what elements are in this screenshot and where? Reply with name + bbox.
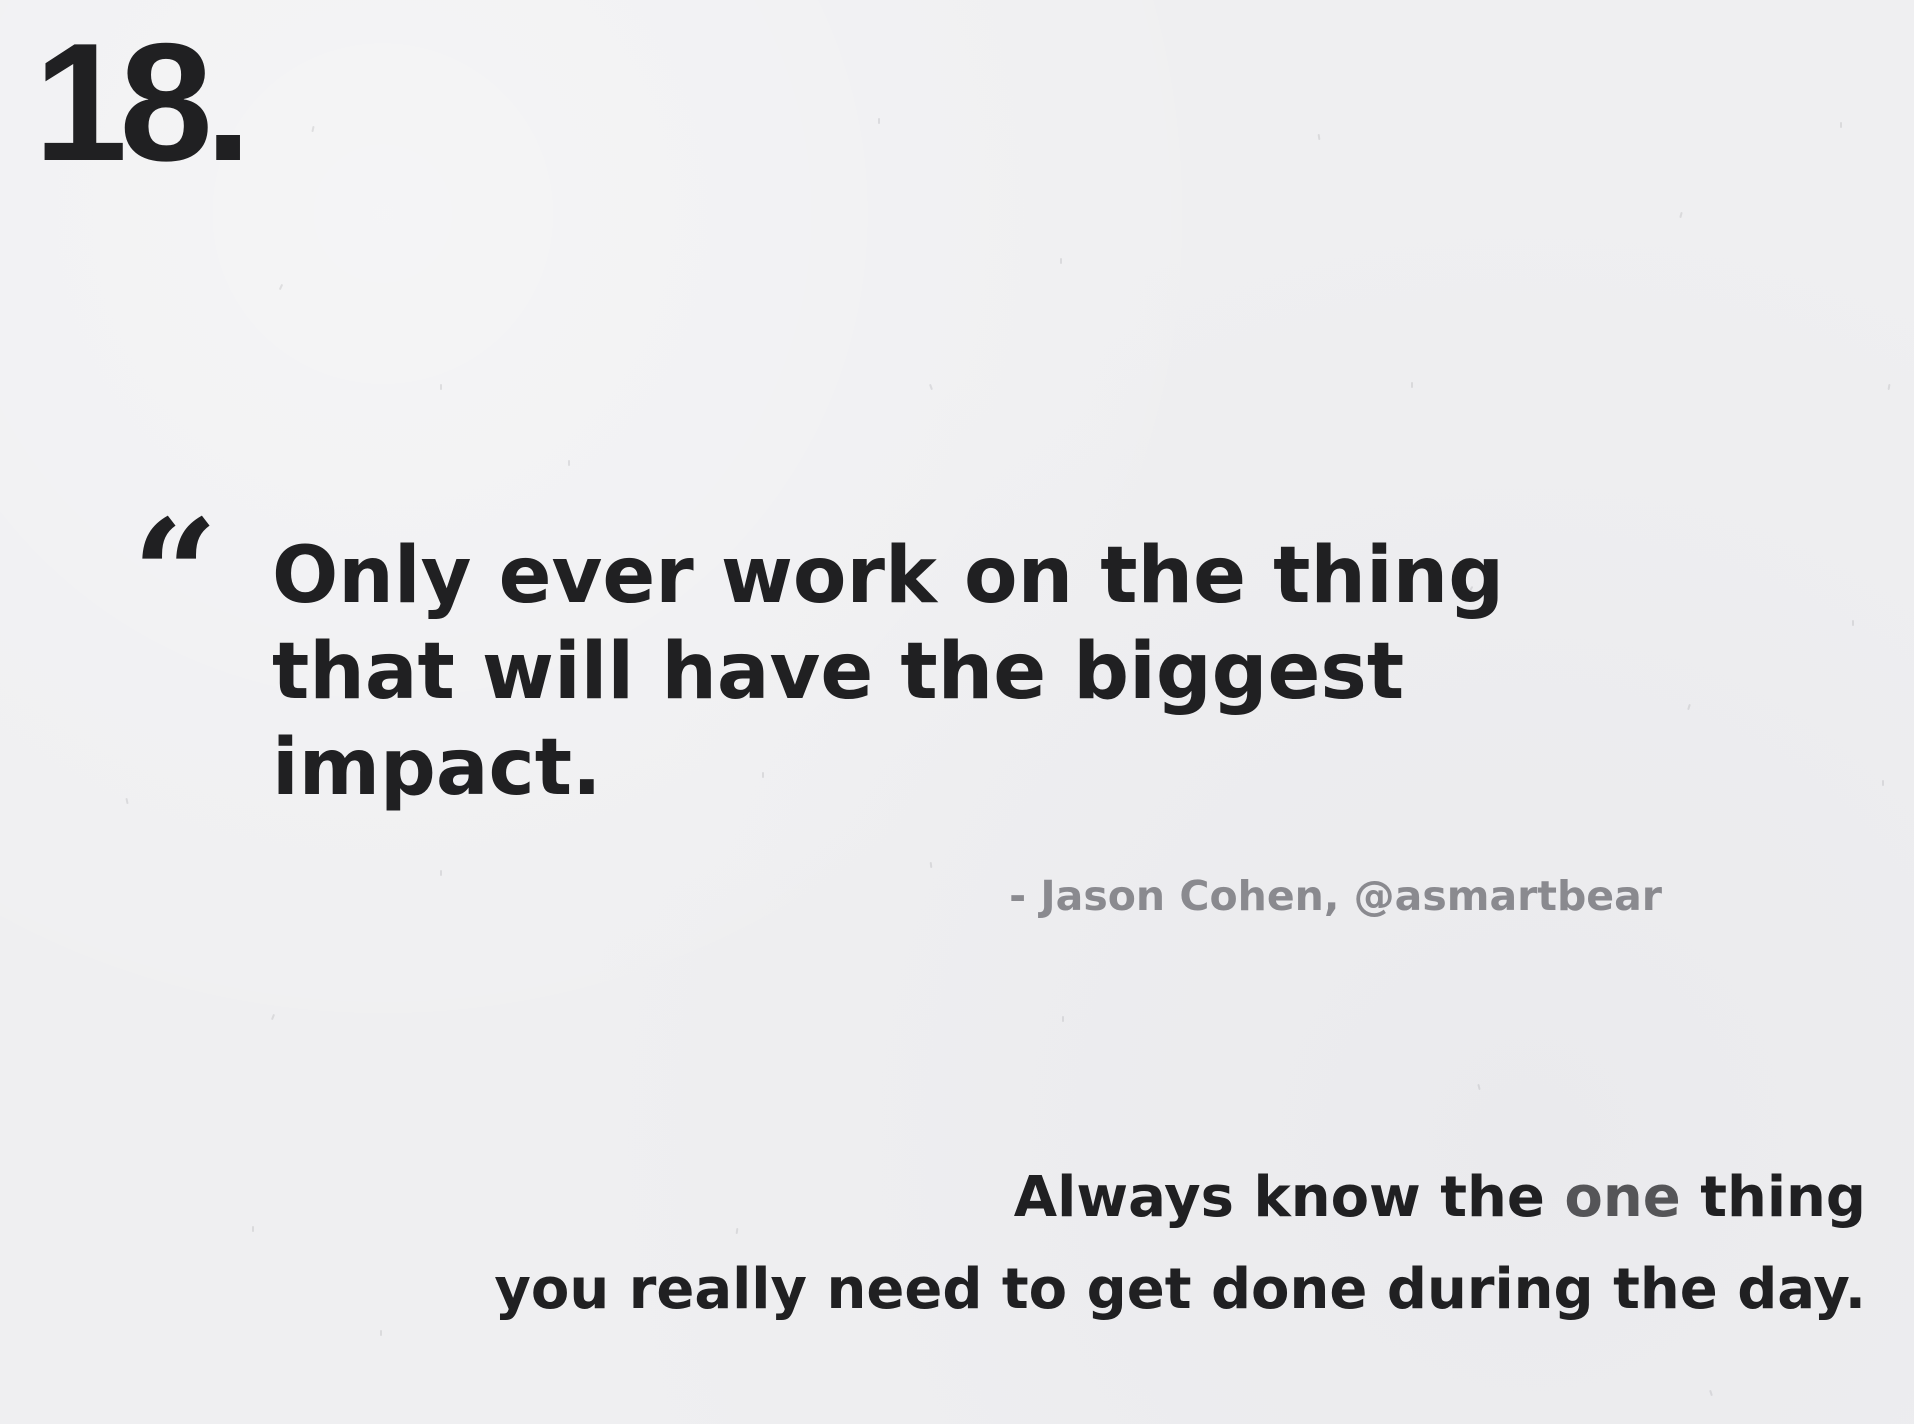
- paper-speck: [1887, 383, 1891, 391]
- paper-speck: [568, 460, 570, 466]
- quote-line-3: impact.: [272, 723, 602, 813]
- quote-line-2: that will have the biggest: [272, 627, 1405, 717]
- paper-speck: [1411, 382, 1413, 388]
- paper-speck: [270, 1013, 276, 1021]
- takeaway-line-1-end: thing: [1680, 1165, 1866, 1230]
- takeaway-highlight-word: one: [1564, 1165, 1681, 1230]
- paper-speck: [1852, 620, 1854, 626]
- paper-speck: [1687, 703, 1691, 711]
- paper-speck: [1840, 122, 1842, 128]
- paper-speck: [1709, 1389, 1713, 1397]
- paper-speck: [440, 870, 442, 876]
- quote-mark-icon: “: [132, 487, 219, 663]
- paper-speck: [252, 1226, 254, 1232]
- quote-attribution: - Jason Cohen, @asmartbear: [1009, 872, 1662, 920]
- paper-speck: [1882, 780, 1884, 786]
- paper-speck: [929, 861, 933, 869]
- paper-speck: [278, 283, 284, 291]
- takeaway-text: Always know the one thing you really nee…: [494, 1152, 1866, 1336]
- slide-number: 18.: [34, 8, 252, 196]
- quote-text: Only ever work on the thing that will ha…: [272, 528, 1672, 816]
- paper-speck: [380, 1330, 382, 1336]
- paper-speck: [1679, 211, 1683, 219]
- takeaway-line-2: you really need to get done during the d…: [494, 1257, 1866, 1322]
- paper-speck: [1062, 1016, 1064, 1022]
- paper-speck: [1477, 1083, 1481, 1091]
- paper-speck: [311, 125, 315, 133]
- paper-speck: [1060, 258, 1062, 264]
- takeaway-line-1: Always know the one thing: [494, 1152, 1866, 1244]
- takeaway-line-1-start: Always know the: [1013, 1165, 1565, 1230]
- paper-speck: [1317, 133, 1321, 141]
- quote-line-1: Only ever work on the thing: [272, 531, 1505, 621]
- paper-speck: [440, 384, 442, 390]
- paper-speck: [125, 797, 129, 805]
- paper-speck: [929, 383, 933, 391]
- paper-speck: [878, 118, 880, 124]
